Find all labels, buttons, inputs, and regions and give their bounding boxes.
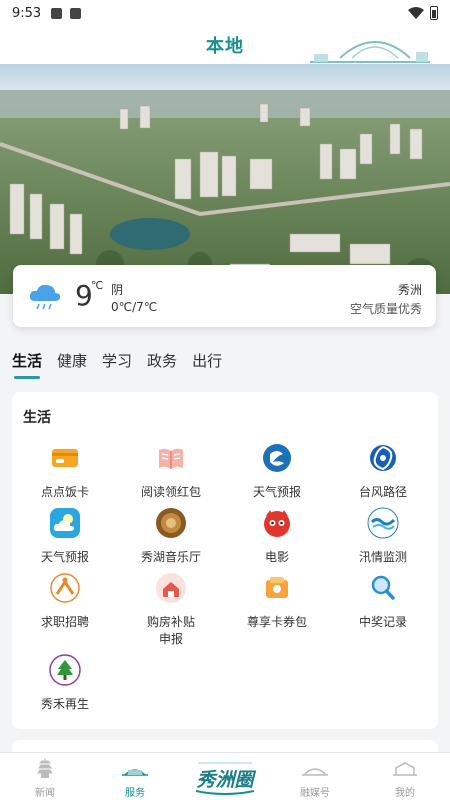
tab-health[interactable]: 健康 bbox=[57, 350, 87, 379]
nav-label: 融媒号 bbox=[300, 788, 330, 799]
movie-cat-icon bbox=[264, 510, 290, 537]
nav-news[interactable]: 新闻 bbox=[10, 757, 80, 799]
weather-logo-icon bbox=[263, 444, 291, 472]
job-icon bbox=[50, 573, 80, 603]
gallery-notification-icon bbox=[51, 7, 63, 19]
weather-card[interactable]: 9 ℃ 阴 0℃/7℃ 秀洲 空气质量优秀 bbox=[13, 265, 436, 327]
service-house-subsidy[interactable]: 购房补贴 申报 bbox=[118, 572, 224, 648]
service-label: 阅读领红包 bbox=[140, 485, 201, 499]
house-subsidy-icon bbox=[156, 573, 186, 603]
tree-icon bbox=[49, 654, 81, 686]
service-label: 中奖记录 bbox=[358, 615, 407, 629]
card-icon bbox=[52, 449, 78, 467]
service-label: 尊享卡券包 bbox=[246, 615, 307, 629]
status-bar: 9:53 bbox=[0, 0, 450, 26]
service-label: 点点饭卡 bbox=[40, 485, 89, 499]
house-icon bbox=[393, 762, 417, 776]
nav-mine[interactable]: 我的 bbox=[370, 757, 440, 799]
service-weather-forecast-2[interactable]: 天气预报 bbox=[12, 507, 118, 566]
service-job[interactable]: 求职招聘 bbox=[12, 572, 118, 631]
air-quality: 空气质量优秀 bbox=[349, 302, 422, 316]
bridge-icon bbox=[302, 768, 328, 776]
service-label: 秀湖音乐厅 bbox=[140, 550, 201, 564]
status-time: 9:53 bbox=[12, 5, 42, 21]
weather-city: 秀洲 bbox=[397, 283, 422, 297]
nav-service[interactable]: 服务 bbox=[100, 757, 170, 799]
nav-xiuzhou-circle[interactable]: 秀洲圈 bbox=[192, 757, 258, 799]
service-label: 秀禾再生 bbox=[40, 697, 89, 711]
hero-city-image[interactable] bbox=[0, 64, 450, 294]
service-label: 天气预报 bbox=[252, 485, 301, 499]
building-icon bbox=[122, 769, 148, 776]
tab-government[interactable]: 政务 bbox=[147, 350, 177, 379]
service-flood-monitor[interactable]: 汛情监测 bbox=[330, 507, 436, 566]
section-title: 生活 bbox=[23, 410, 51, 426]
tab-travel[interactable]: 出行 bbox=[192, 350, 222, 379]
bottom-navigation: 新闻 服务 秀洲圈 融媒号 我的 bbox=[0, 752, 450, 800]
service-label: 购房补贴 申报 bbox=[146, 615, 195, 646]
search-record-icon bbox=[371, 575, 395, 600]
nav-media[interactable]: 融媒号 bbox=[280, 757, 350, 799]
service-label: 求职招聘 bbox=[40, 615, 89, 629]
service-movie[interactable]: 电影 bbox=[224, 507, 330, 566]
service-label: 电影 bbox=[264, 550, 289, 564]
battery-icon bbox=[430, 6, 438, 20]
xiuzhou-circle-label: 秀洲圈 bbox=[196, 769, 254, 791]
service-label: 汛情监测 bbox=[358, 550, 407, 564]
coupon-icon bbox=[266, 577, 288, 598]
cloud-rain-icon bbox=[29, 284, 61, 310]
nav-label: 新闻 bbox=[35, 788, 55, 799]
temperature-range: 0℃/7℃ bbox=[111, 300, 158, 314]
service-meal-card[interactable]: 点点饭卡 bbox=[12, 442, 118, 501]
service-coupon[interactable]: 尊享卡券包 bbox=[224, 572, 330, 631]
wifi-icon bbox=[408, 7, 424, 19]
service-read-redpacket[interactable]: 阅读领红包 bbox=[118, 442, 224, 501]
category-tabs: 生活 健康 学习 政务 出行 bbox=[12, 350, 222, 379]
concert-hall-icon bbox=[156, 508, 186, 538]
tab-study[interactable]: 学习 bbox=[102, 350, 132, 379]
service-label: 天气预报 bbox=[40, 550, 89, 564]
flood-monitor-icon bbox=[367, 507, 399, 539]
cloud-sun-icon bbox=[50, 508, 80, 538]
typhoon-icon bbox=[370, 445, 396, 471]
service-recycle[interactable]: 秀禾再生 bbox=[12, 654, 118, 713]
service-typhoon-path[interactable]: 台风路径 bbox=[330, 442, 436, 501]
service-prize-record[interactable]: 中奖记录 bbox=[330, 572, 436, 631]
temperature-unit: ℃ bbox=[91, 279, 104, 292]
service-weather-forecast[interactable]: 天气预报 bbox=[224, 442, 330, 501]
life-services-panel: 生活 点点饭卡 阅读领红包 天气预报 台风路径 天气预报 秀湖音乐厅 电影 汛情… bbox=[12, 392, 438, 729]
page-header: 本地 bbox=[0, 26, 450, 64]
pagoda-icon bbox=[37, 758, 53, 778]
landmark-illustration-icon bbox=[310, 41, 430, 63]
service-concert-hall[interactable]: 秀湖音乐厅 bbox=[118, 507, 224, 566]
book-icon bbox=[159, 448, 183, 469]
app-notification-icon bbox=[70, 7, 82, 19]
nav-label: 我的 bbox=[395, 788, 415, 799]
weather-condition: 阴 bbox=[111, 283, 124, 297]
tab-life[interactable]: 生活 bbox=[12, 350, 42, 379]
service-label: 台风路径 bbox=[358, 485, 407, 499]
nav-label: 服务 bbox=[125, 788, 145, 799]
